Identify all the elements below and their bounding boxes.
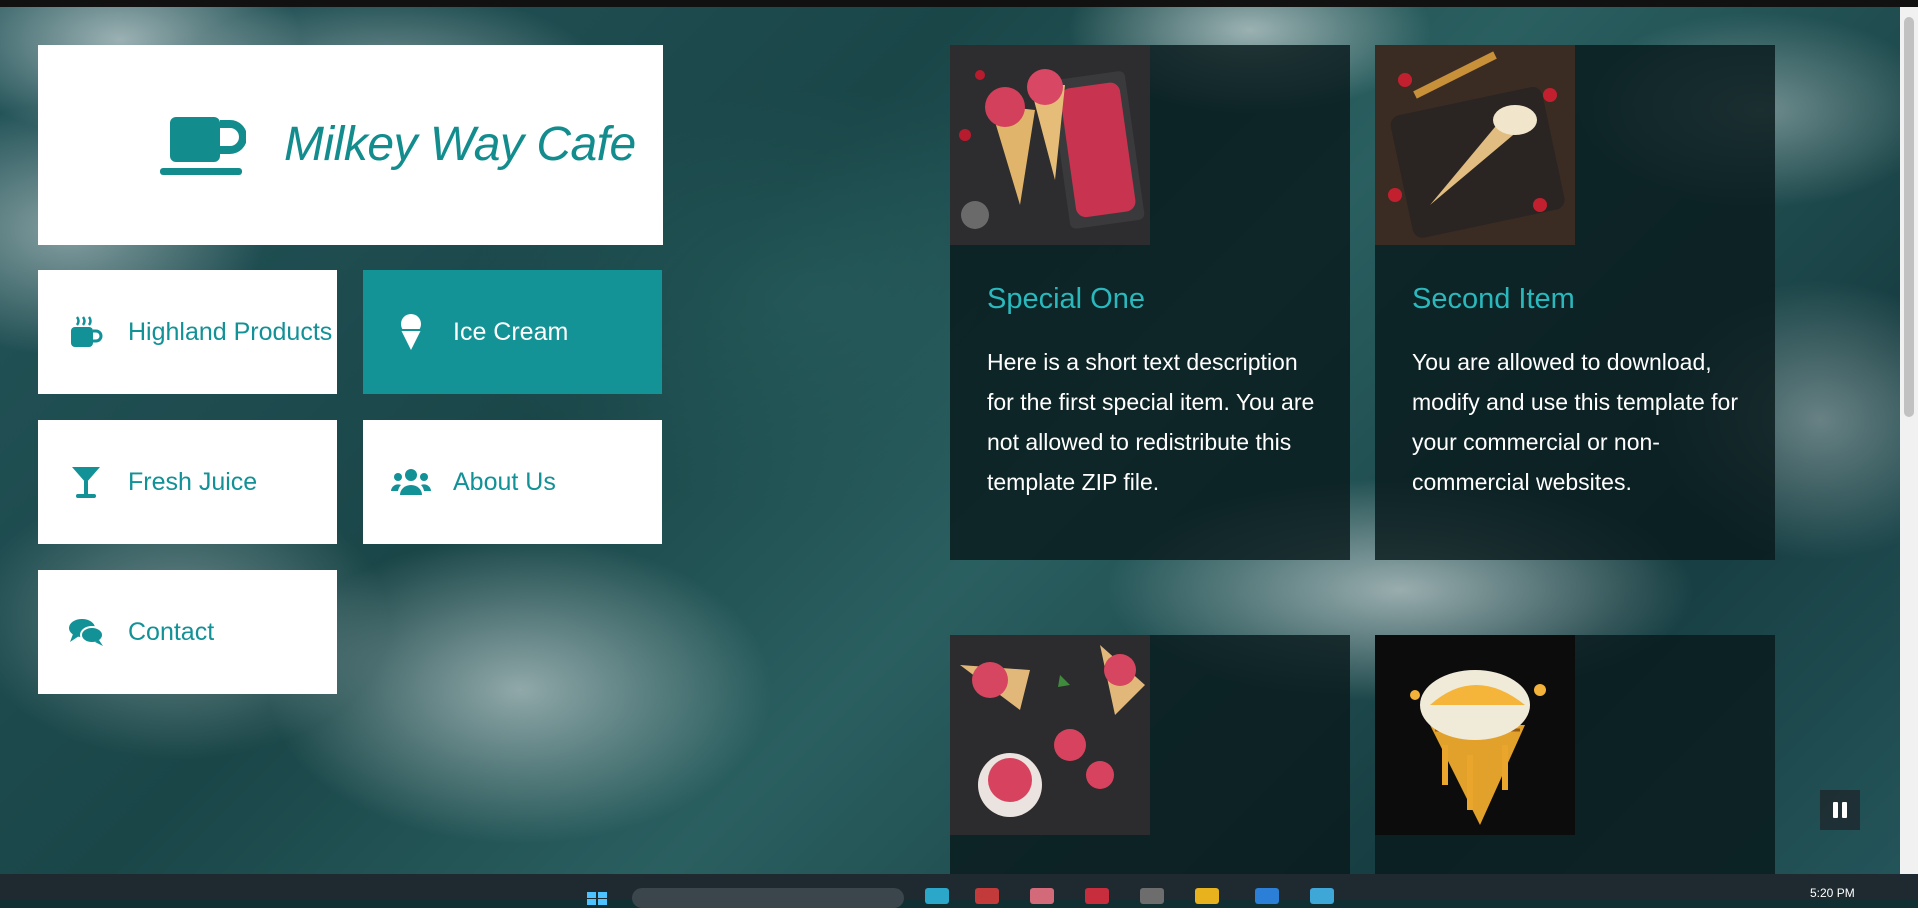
site-title: Milkey Way Cafe: [284, 118, 636, 171]
taskbar-app-icon[interactable]: [925, 888, 949, 904]
taskbar-app-icon[interactable]: [1140, 888, 1164, 904]
taskbar-app-icon[interactable]: [1255, 888, 1279, 904]
nav-ice-cream[interactable]: Ice Cream: [363, 270, 662, 394]
nav-highland-products[interactable]: Highland Products: [38, 270, 337, 394]
page-scrollbar[interactable]: [1900, 7, 1918, 874]
mug-steam-icon: [66, 312, 106, 352]
nav-contact[interactable]: Contact: [38, 570, 337, 694]
honeycomb-cone-image: [1375, 635, 1575, 835]
product-card[interactable]: [950, 635, 1350, 874]
card-description: Here is a short text description for the…: [987, 349, 1315, 495]
users-icon: [391, 462, 431, 502]
nav-label: Contact: [128, 617, 215, 646]
taskbar-app-icon[interactable]: [1030, 888, 1054, 904]
folder-icon[interactable]: [1195, 888, 1219, 904]
nav-about-us[interactable]: About Us: [363, 420, 662, 544]
slideshow-pause-button[interactable]: [1820, 790, 1860, 830]
ice-cream-icon: [391, 312, 431, 352]
product-card[interactable]: [1375, 635, 1775, 874]
ice-cream-cone-tray-image: [1375, 45, 1575, 245]
browser-top-edge: [0, 0, 1918, 7]
comments-icon: [66, 612, 106, 652]
logo-panel[interactable]: Milkey Way Cafe: [38, 45, 663, 245]
os-taskbar: [0, 874, 1918, 900]
product-card[interactable]: Special One Here is a short text descrip…: [950, 45, 1350, 560]
taskbar-clock: 5:20 PM: [1810, 886, 1855, 900]
nav-label: About Us: [453, 467, 556, 496]
card-title: Second Item: [1412, 283, 1575, 315]
nav-fresh-juice[interactable]: Fresh Juice: [38, 420, 337, 544]
cocktail-glass-icon: [66, 462, 106, 502]
coffee-cup-icon: [160, 117, 246, 175]
nav-label: Fresh Juice: [128, 467, 258, 496]
taskbar-app-icon[interactable]: [1085, 888, 1109, 904]
ice-cream-cones-image: [950, 45, 1150, 245]
ice-cream-scoops-image: [950, 635, 1150, 835]
taskbar-app-icon[interactable]: [975, 888, 999, 904]
nav-label: Highland Products: [128, 317, 333, 346]
nav-label: Ice Cream: [453, 317, 569, 346]
scrollbar-thumb[interactable]: [1904, 17, 1914, 417]
pause-icon: [1833, 802, 1847, 818]
taskbar-search[interactable]: [632, 888, 904, 908]
windows-start-icon[interactable]: [585, 890, 609, 906]
card-title: Special One: [987, 283, 1145, 315]
product-card[interactable]: Second Item You are allowed to download,…: [1375, 45, 1775, 560]
taskbar-app-icon[interactable]: [1310, 888, 1334, 904]
card-description: You are allowed to download, modify and …: [1412, 349, 1738, 495]
